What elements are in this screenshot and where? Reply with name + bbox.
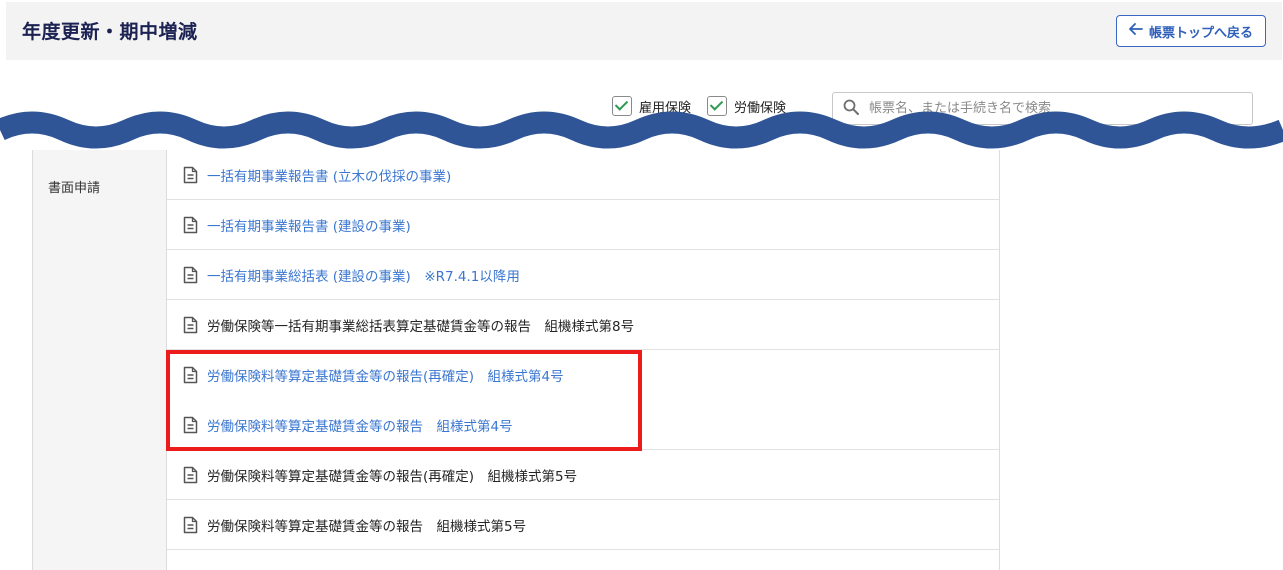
form-row[interactable]: 一括有期事業総括表 (建設の事業) ※R7.4.1以降用 bbox=[167, 250, 999, 300]
document-icon bbox=[183, 316, 200, 334]
form-row-label: 労働保険料等算定基礎賃金等の報告(再確定) 組様式第4号 bbox=[207, 369, 564, 385]
form-row[interactable]: 労働保険料等算定基礎賃金等の報告 組様式第4号 bbox=[167, 400, 999, 450]
category-column: 書面申請 bbox=[33, 150, 167, 570]
form-row[interactable]: 一括有期事業報告書 (建設の事業) bbox=[167, 200, 999, 250]
forms-table: 書面申請 一括有期事業報告書 (立木の伐採の事業) 一括有期事業報告書 (建設の事… bbox=[32, 150, 1000, 570]
document-icon bbox=[183, 166, 200, 184]
form-row-label: 労働保険料等算定基礎賃金等の報告(再確定) 組機様式第5号 bbox=[207, 468, 578, 485]
form-list: 一括有期事業報告書 (立木の伐採の事業) 一括有期事業報告書 (建設の事業) 一括有… bbox=[167, 150, 999, 550]
back-button-label: 帳票トップへ戻る bbox=[1148, 25, 1253, 41]
form-row[interactable]: 一括有期事業報告書 (立木の伐採の事業) bbox=[167, 150, 999, 200]
form-row-label: 一括有期事業報告書 (立木の伐採の事業) bbox=[207, 168, 452, 185]
form-row[interactable]: 労働保険料等算定基礎賃金等の報告(再確定) 組機様式第5号 bbox=[167, 450, 999, 500]
back-to-forms-top-button[interactable]: 帳票トップへ戻る bbox=[1115, 15, 1266, 47]
form-row-label: 労働保険料等算定基礎賃金等の報告 組機様式第5号 bbox=[207, 518, 527, 535]
document-icon bbox=[183, 266, 200, 284]
form-row-label: 労働保険等一括有期事業総括表算定基礎賃金等の報告 組機様式第8号 bbox=[207, 318, 635, 335]
form-row-label: 一括有期事業総括表 (建設の事業) ※R7.4.1以降用 bbox=[207, 268, 520, 285]
document-icon bbox=[183, 466, 200, 484]
form-row[interactable]: 労働保険等一括有期事業総括表算定基礎賃金等の報告 組機様式第8号 bbox=[167, 300, 999, 350]
form-row[interactable]: 労働保険料等算定基礎賃金等の報告 組機様式第5号 bbox=[167, 500, 999, 550]
arrow-left-icon bbox=[1129, 23, 1143, 39]
form-row[interactable]: 労働保険料等算定基礎賃金等の報告(再確定) 組様式第4号 bbox=[167, 350, 999, 400]
document-icon bbox=[183, 216, 200, 234]
page-title: 年度更新・期中増減 bbox=[22, 21, 198, 43]
page-header: 年度更新・期中増減 帳票トップへ戻る bbox=[6, 2, 1282, 60]
document-icon bbox=[183, 416, 200, 434]
category-label: 書面申請 bbox=[48, 181, 101, 196]
document-icon bbox=[183, 366, 200, 384]
form-row-label: 一括有期事業報告書 (建設の事業) bbox=[207, 218, 411, 235]
form-row-label: 労働保険料等算定基礎賃金等の報告 組様式第4号 bbox=[207, 418, 513, 435]
document-icon bbox=[183, 516, 200, 534]
